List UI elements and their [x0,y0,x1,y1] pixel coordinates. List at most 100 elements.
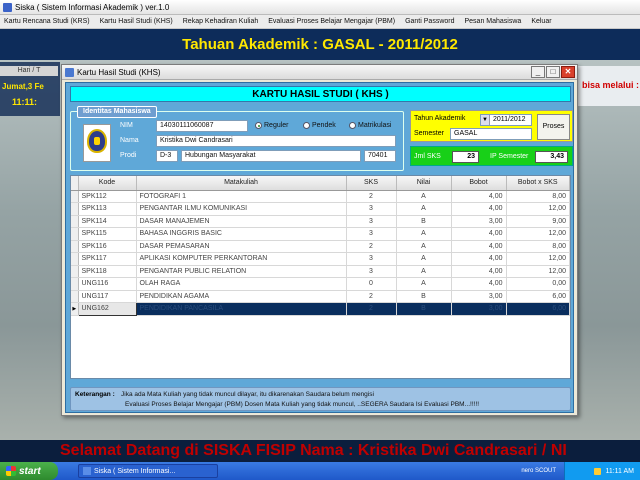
start-label: start [19,465,41,477]
cell-sks: 0 [346,277,397,291]
menu-pesan-mahasiswa[interactable]: Pesan Mahasiswa [465,18,522,25]
table-row[interactable]: SPK115 BAHASA INGGRIS BASIC 3 A 4,00 12,… [71,227,570,241]
cell-sks: 2 [346,240,397,253]
table-row[interactable]: SPK116 DASAR PEMASARAN 2 A 4,00 8,00 [71,240,570,253]
table-row[interactable]: UNG117 PENDIDIKAN AGAMA 2 B 3,00 6,00 [71,290,570,303]
table-row[interactable]: SPK113 PENGANTAR ILMU KOMUNIKASI 3 A 4,0… [71,202,570,216]
cell-kode: SPK117 [78,252,137,266]
table-row[interactable]: SPK112 FOTOGRAFI 1 2 A 4,00 8,00 [71,190,570,203]
menu-keluar[interactable]: Keluar [531,18,551,25]
row-indicator [71,190,79,203]
cell-bobot-x-sks: 12,00 [506,202,570,216]
jml-sks-field: 23 [452,151,479,163]
col-matakuliah[interactable]: Matakuliah [136,176,347,191]
nim-field[interactable]: 14030111060087 [156,120,248,132]
grades-table[interactable]: Kode Matakuliah SKS Nilai Bobot Bobot x … [70,175,571,379]
cell-kode: SPK116 [78,240,137,253]
menu-ganti-password[interactable]: Ganti Password [405,18,454,25]
prodi-jenjang-field[interactable]: D-3 [156,150,178,162]
cell-sks: 3 [346,202,397,216]
dialog-icon [65,67,74,77]
jml-sks-label: Jml SKS [414,153,441,160]
col-sks[interactable]: SKS [346,176,397,191]
cell-sks: 3 [346,227,397,241]
cell-matakuliah: PENGANTAR ILMU KOMUNIKASI [136,202,347,216]
cell-bobot: 3,00 [451,215,507,228]
dialog-titlebar[interactable]: Kartu Hasil Studi (KHS) _ □ ✕ [62,65,577,80]
table-row-selected[interactable]: ▶ UNG162 PENDIDIKAN PANCASILA 2 B 3,00 6… [71,302,570,316]
menu-evaluasi-pbm[interactable]: Evaluasi Proses Belajar Mengajar (PBM) [268,18,395,25]
col-nilai[interactable]: Nilai [396,176,452,191]
cell-nilai: A [396,265,452,278]
row-indicator [71,252,79,266]
prodi-kode-field[interactable]: 70401 [364,150,396,162]
minimize-icon[interactable]: _ [531,66,545,78]
academic-year-banner: Tahuan Akademik : GASAL - 2011/2012 [0,29,640,60]
dialog-title: Kartu Hasil Studi (KHS) [77,67,161,77]
cell-sks: 2 [346,302,397,316]
cell-kode: SPK112 [78,190,137,203]
start-button[interactable]: start [0,462,58,480]
col-kode[interactable]: Kode [78,176,137,191]
col-bobot[interactable]: Bobot [451,176,507,191]
keterangan-box: Keterangan : Jika ada Mata Kuliah yang t… [70,387,571,411]
cell-kode: UNG162 [77,302,137,316]
menubar: Kartu Rencana Studi (KRS) Kartu Hasil St… [0,15,640,29]
cell-bobot-x-sks: 9,00 [506,215,570,228]
close-icon[interactable]: ✕ [561,66,575,78]
chevron-down-icon[interactable]: ▼ [481,115,490,125]
table-row[interactable]: UNG116 OLAH RAGA 0 A 4,00 0,00 [71,277,570,291]
row-indicator [71,290,79,303]
menu-rekap-kehadiran[interactable]: Rekap Kehadiran Kuliah [183,18,259,25]
cell-matakuliah: BAHASA INGGRIS BASIC [136,227,347,241]
cell-nilai: B [396,215,452,228]
cell-sks: 2 [346,190,397,203]
table-row[interactable]: SPK118 PENGANTAR PUBLIC RELATION 3 A 4,0… [71,265,570,278]
row-indicator [71,277,79,291]
cell-kode: UNG117 [78,290,137,303]
tray-icon[interactable] [594,467,602,475]
row-pointer-icon: ▶ [71,302,79,316]
semester-label: Semester [414,130,444,137]
app-title: Siska ( Sistem Informasi Akademik ) ver.… [15,2,170,12]
menu-krs[interactable]: Kartu Rencana Studi (KRS) [4,18,90,25]
menu-khs[interactable]: Kartu Hasil Studi (KHS) [100,18,173,25]
semester-field[interactable]: GASAL [450,128,532,140]
prodi-nama-field[interactable]: Hubungan Masyarakat [181,150,361,162]
nero-scout-icon[interactable]: nero SCOUT [521,468,556,474]
keterangan-line-2: Evaluasi Proses Belajar Mengajar (PBM) D… [125,401,480,408]
proses-button[interactable]: Proses [537,114,570,140]
cell-nilai: A [396,202,452,216]
taskbar-item-siska[interactable]: Siska ( Sistem Informasi... [78,464,218,478]
maximize-icon[interactable]: □ [546,66,560,78]
cell-bobot: 4,00 [451,240,507,253]
cell-kode: SPK115 [78,227,137,241]
table-row[interactable]: SPK114 DASAR MANAJEMEN 3 B 3,00 9,00 [71,215,570,228]
tahun-akademik-value: 2011/2012 [493,116,526,123]
system-tray: 11:11 AM [564,462,640,480]
time-text: 11:11: [12,97,38,107]
welcome-marquee: Selamat Datang di SISKA FISIP Nama : Kri… [0,440,640,462]
cell-nilai: A [396,252,452,266]
tahun-akademik-select[interactable]: ▼ 2011/2012 [480,114,532,126]
radio-reguler-label: Reguler [264,122,289,129]
radio-pendek[interactable]: Pendek [303,122,336,129]
identitas-group: Identitas Mahasiswa NIM 14030111060087 R… [70,106,404,171]
table-row[interactable]: SPK117 APLIKASI KOMPUTER PERKANTORAN 3 A… [71,252,570,266]
cell-bobot-x-sks: 8,00 [506,190,570,203]
nama-field[interactable]: Kristika Dwi Candrasari [156,135,396,147]
khs-dialog: Kartu Hasil Studi (KHS) _ □ ✕ KARTU HASI… [61,64,578,416]
app-icon [3,2,12,12]
radio-matrikulasi[interactable]: Matrikulasi [349,122,391,129]
cell-bobot: 4,00 [451,252,507,266]
radio-pendek-label: Pendek [312,122,336,129]
radio-reguler[interactable]: Reguler [255,122,289,129]
cell-nilai: B [396,290,452,303]
col-bobot-x-sks[interactable]: Bobot x SKS [506,176,570,191]
cell-matakuliah: DASAR MANAJEMEN [136,215,347,228]
clock[interactable]: 11:11 AM [605,468,634,475]
day-header: Hari / T [0,66,58,76]
ip-semester-label: IP Semester [490,153,529,160]
khs-header: KARTU HASIL STUDI ( KHS ) [70,86,571,102]
cell-matakuliah: PENGANTAR PUBLIC RELATION [136,265,347,278]
